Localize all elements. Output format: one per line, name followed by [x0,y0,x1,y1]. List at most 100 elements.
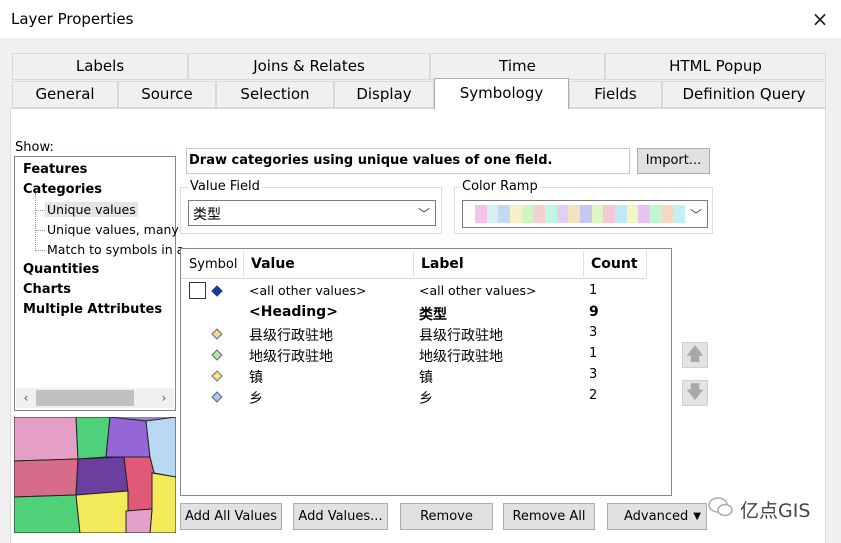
arrow-up-icon[interactable]: 🡅 [682,342,708,368]
row-checkbox[interactable] [189,282,206,299]
row-label: 镇 [419,370,433,386]
color-ramp-swatch [521,205,534,223]
arrow-down-icon[interactable]: 🡇 [682,380,708,406]
watermark-text: 亿点GIS [740,500,811,522]
color-ramp-swatch [510,205,522,223]
unique-values-table[interactable]: Symbol Value Label Count <all other valu… [180,248,672,496]
point-symbol-icon[interactable] [211,370,223,382]
chevron-down-icon: ﹀ [689,208,702,222]
show-item-unique-values-many[interactable]: Unique values, many [47,222,179,237]
color-ramp-label: Color Ramp [460,179,540,194]
horizontal-scrollbar[interactable]: ‹ › [16,388,174,408]
wechat-logo-icon [708,496,734,518]
header-label[interactable]: Label [421,256,464,272]
scrollbar-thumb[interactable] [36,390,134,406]
row-value: 县级行政驻地 [249,328,333,344]
row-label: 乡 [419,391,433,407]
tab-joins-relates[interactable]: Joins & Relates [188,53,430,80]
tab-definition-query[interactable]: Definition Query [662,81,826,108]
color-ramp-swatch [661,205,674,223]
table-row[interactable]: <all other values> <all other values> 1 [181,281,671,302]
color-ramp-swatch [580,205,592,223]
show-item-unique-values[interactable]: Unique values [45,202,138,217]
window-title: Layer Properties [11,10,134,28]
row-value: <all other values> [249,283,367,298]
tab-time[interactable]: Time [430,53,605,80]
row-label: 县级行政驻地 [419,328,503,344]
tab-symbology[interactable]: Symbology [434,78,569,109]
add-values-button[interactable]: Add Values... [293,503,388,530]
column-divider [646,251,647,277]
show-item-quantities[interactable]: Quantities [23,262,99,277]
tab-selection[interactable]: Selection [216,81,334,108]
value-field-select[interactable]: 类型 ﹀ [188,200,436,226]
scroll-left-icon[interactable]: ‹ [18,389,34,407]
tab-source[interactable]: Source [118,81,216,108]
column-divider [243,251,244,277]
tree-line [35,230,45,231]
header-count[interactable]: Count [591,256,638,272]
scroll-right-icon[interactable]: › [156,389,172,407]
color-ramp-swatch [545,205,557,223]
tree-line [35,193,36,251]
color-ramp-swatch [615,205,627,223]
row-count: 3 [589,325,598,340]
show-item-charts[interactable]: Charts [23,282,71,297]
tree-line [35,210,45,211]
row-count: 1 [589,283,598,298]
table-row[interactable]: 县级行政驻地 县级行政驻地 3 [181,323,671,344]
tab-fields[interactable]: Fields [569,81,662,108]
row-count: 2 [589,388,598,403]
point-symbol-icon[interactable] [211,285,223,297]
symbology-preview-map [14,417,176,533]
tab-display[interactable]: Display [334,81,434,108]
dropdown-arrow-icon: ▼ [693,511,701,522]
import-button[interactable]: Import... [637,148,710,174]
row-count: 3 [589,367,598,382]
advanced-label: Advanced [624,509,689,524]
color-ramp-swatch [533,205,546,223]
tree-line [35,250,45,251]
color-ramp-swatch [498,205,511,223]
advanced-button[interactable]: Advanced ▼ [607,503,707,530]
color-ramp-swatch [475,205,487,223]
color-ramp-swatch [556,205,569,223]
header-symbol[interactable]: Symbol [189,257,237,272]
table-row[interactable]: 乡 乡 2 [181,386,671,407]
remove-button[interactable]: Remove [400,503,493,530]
title-bar: Layer Properties × [0,0,841,38]
color-ramp-swatch [673,205,686,223]
color-ramp-swatch [603,205,616,223]
row-count: 9 [589,304,599,320]
column-divider [413,251,414,277]
value-field-label: Value Field [188,179,262,194]
tab-general[interactable]: General [12,81,118,108]
color-ramp-swatches [475,205,686,223]
row-label: <all other values> [419,283,537,298]
point-symbol-icon[interactable] [211,328,223,340]
color-ramp-swatch [626,205,639,223]
show-item-multiple-attributes[interactable]: Multiple Attributes [23,302,162,317]
show-label: Show: [15,140,54,155]
table-row[interactable]: <Heading> 类型 9 [181,302,671,323]
remove-all-button[interactable]: Remove All [503,503,595,530]
point-symbol-icon[interactable] [211,349,223,361]
header-value[interactable]: Value [251,256,295,272]
row-count: 1 [589,346,598,361]
tab-labels[interactable]: Labels [12,53,188,80]
show-item-match-symbols[interactable]: Match to symbols in a [47,242,184,257]
point-symbol-icon[interactable] [211,391,223,403]
table-row[interactable]: 地级行政驻地 地级行政驻地 1 [181,344,671,365]
row-label: 类型 [419,307,447,323]
row-value: 镇 [249,370,263,386]
table-row[interactable]: 镇 镇 3 [181,365,671,386]
close-icon[interactable]: × [805,5,835,33]
show-item-features[interactable]: Features [23,162,87,177]
color-ramp-swatch [486,205,499,223]
add-all-values-button[interactable]: Add All Values [180,503,282,530]
description-text: Draw categories using unique values of o… [189,153,553,168]
show-tree[interactable]: Features Categories Unique values Unique… [14,156,184,411]
tab-html-popup[interactable]: HTML Popup [605,53,826,80]
color-ramp-select[interactable]: ﹀ [462,200,708,228]
color-ramp-swatch [650,205,662,223]
